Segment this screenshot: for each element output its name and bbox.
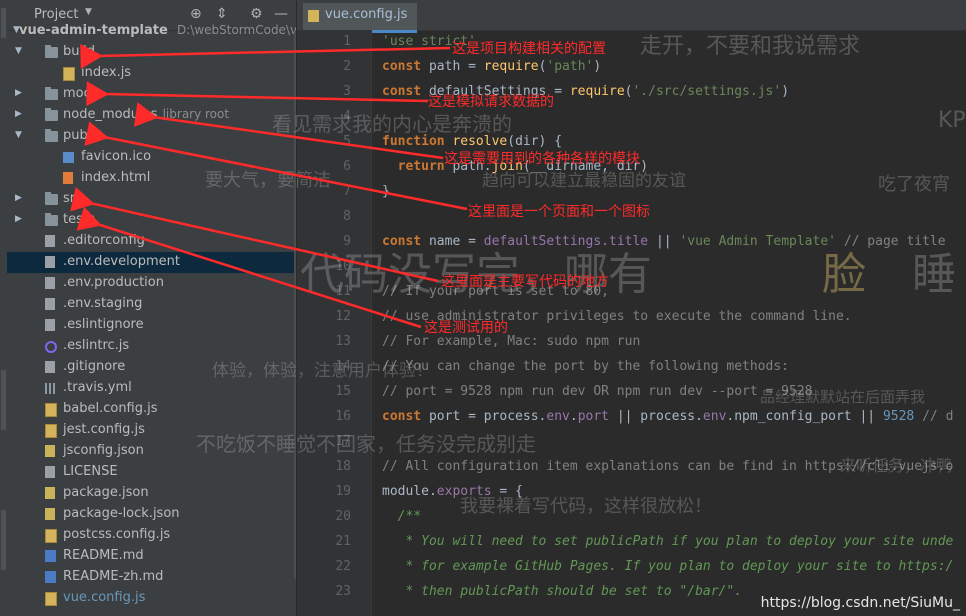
annotation-build: 这是项目构建相关的配置 bbox=[452, 41, 606, 57]
annotation-node-modules: 这是需要用到的各种各样的模块 bbox=[444, 151, 640, 167]
annotation-public: 这里面是一个页面和一个图标 bbox=[468, 204, 650, 220]
arrow-node-modules bbox=[133, 102, 444, 160]
annotation-mock: 这是模拟请求数据的 bbox=[428, 94, 554, 110]
arrow-build bbox=[80, 43, 451, 69]
annotation-src: 这里面是主要写代码的地方 bbox=[441, 274, 609, 290]
credit-watermark: https://blog.csdn.net/SiuMu_ bbox=[760, 595, 960, 611]
arrow-tests bbox=[76, 206, 422, 329]
arrow-src bbox=[70, 186, 439, 283]
arrow-public bbox=[84, 121, 468, 211]
annotation-tests: 这是测试用的 bbox=[424, 320, 508, 336]
arrow-mock bbox=[86, 81, 429, 107]
